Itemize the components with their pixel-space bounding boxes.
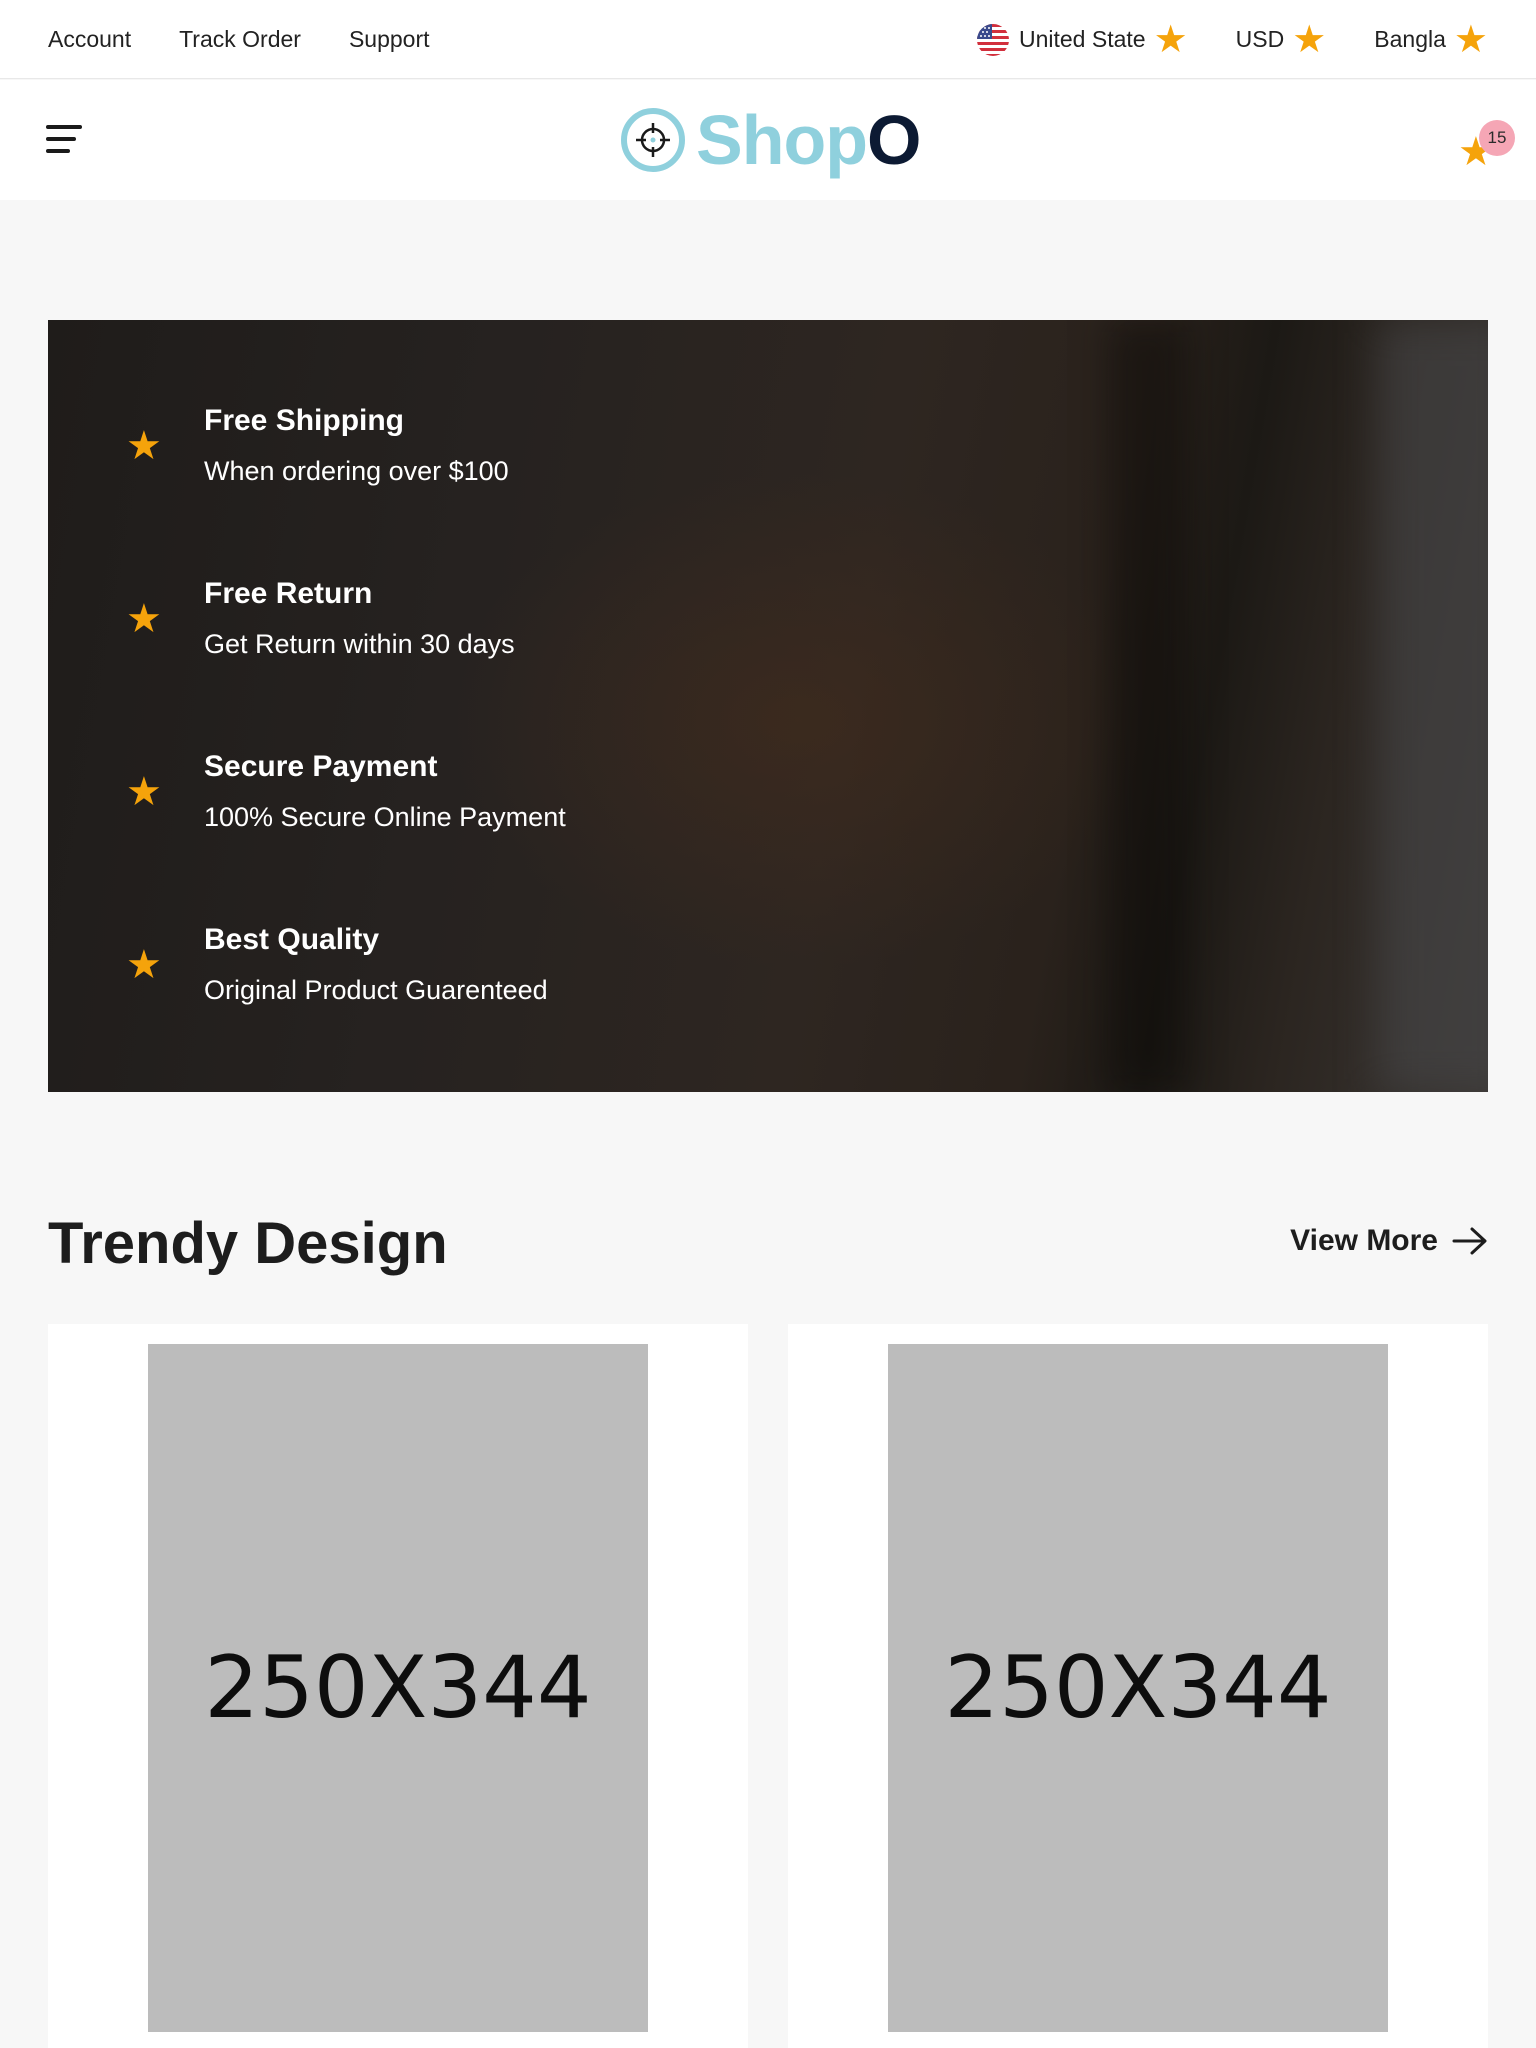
top-bar: Account Track Order Support United State… — [0, 0, 1536, 79]
logo-text: ShopO — [696, 100, 921, 180]
cart-button[interactable]: ★ 15 — [1456, 120, 1515, 172]
feature-description: Original Product Guarenteed — [204, 975, 548, 1005]
star-icon: ★ — [126, 770, 162, 814]
country-label: United State — [1018, 26, 1146, 52]
country-selector[interactable]: United State ★ — [976, 18, 1188, 61]
placeholder-label: 250X344 — [944, 1638, 1332, 1738]
feature-title: Best Quality — [204, 923, 380, 956]
features-banner: ★ Free Shipping When ordering over $100 … — [48, 320, 1488, 1092]
star-icon: ★ — [126, 597, 162, 641]
feature-title: Free Shipping — [204, 404, 405, 437]
top-links: Account Track Order Support — [48, 0, 430, 79]
arrow-right-icon — [1452, 1227, 1487, 1255]
language-selector[interactable]: Bangla ★ — [1374, 21, 1488, 59]
view-more-label: View More — [1290, 1224, 1438, 1257]
feature-description: 100% Secure Online Payment — [204, 802, 566, 832]
track-order-link[interactable]: Track Order — [179, 26, 301, 53]
us-flag-icon — [976, 23, 1009, 56]
logo-text-o: O — [866, 101, 921, 179]
currency-selector[interactable]: USD ★ — [1236, 21, 1327, 59]
feature-secure-payment: ★ Secure Payment 100% Secure Online Paym… — [48, 750, 748, 850]
star-icon: ★ — [126, 943, 162, 987]
feature-best-quality: ★ Best Quality Original Product Guarente… — [48, 923, 748, 1023]
star-icon: ★ — [1292, 18, 1327, 61]
feature-description: When ordering over $100 — [204, 456, 509, 486]
feature-title: Free Return — [204, 577, 373, 610]
feature-free-return: ★ Free Return Get Return within 30 days — [48, 577, 748, 677]
cart-count-badge: 15 — [1479, 120, 1515, 156]
account-link[interactable]: Account — [48, 26, 131, 53]
product-card[interactable]: 250X344 — [48, 1324, 748, 2048]
view-more-link[interactable]: View More — [1290, 1224, 1488, 1258]
support-link[interactable]: Support — [349, 26, 430, 53]
logo-text-shop: Shop — [696, 101, 868, 179]
section-title: Trendy Design — [48, 1211, 448, 1276]
main-header: ShopO ★ 15 — [0, 80, 1536, 200]
product-image-placeholder[interactable]: 250X344 — [148, 1344, 648, 2032]
crosshair-logo-icon — [621, 108, 685, 172]
feature-title: Secure Payment — [204, 750, 438, 783]
star-icon: ★ — [1453, 18, 1488, 61]
shopo-logo[interactable]: ShopO — [620, 100, 921, 180]
placeholder-label: 250X344 — [204, 1638, 592, 1738]
star-icon: ★ — [1153, 18, 1188, 61]
feature-free-shipping: ★ Free Shipping When ordering over $100 — [48, 404, 748, 504]
top-selectors: United State ★ USD ★ Bangla ★ — [976, 0, 1488, 79]
currency-label: USD — [1235, 26, 1285, 52]
product-card[interactable]: 250X344 — [788, 1324, 1488, 2048]
star-icon: ★ — [126, 424, 162, 468]
hamburger-menu-icon[interactable] — [46, 125, 84, 157]
product-image-placeholder[interactable]: 250X344 — [888, 1344, 1388, 2032]
language-label: Bangla — [1374, 26, 1446, 52]
feature-description: Get Return within 30 days — [204, 629, 515, 659]
